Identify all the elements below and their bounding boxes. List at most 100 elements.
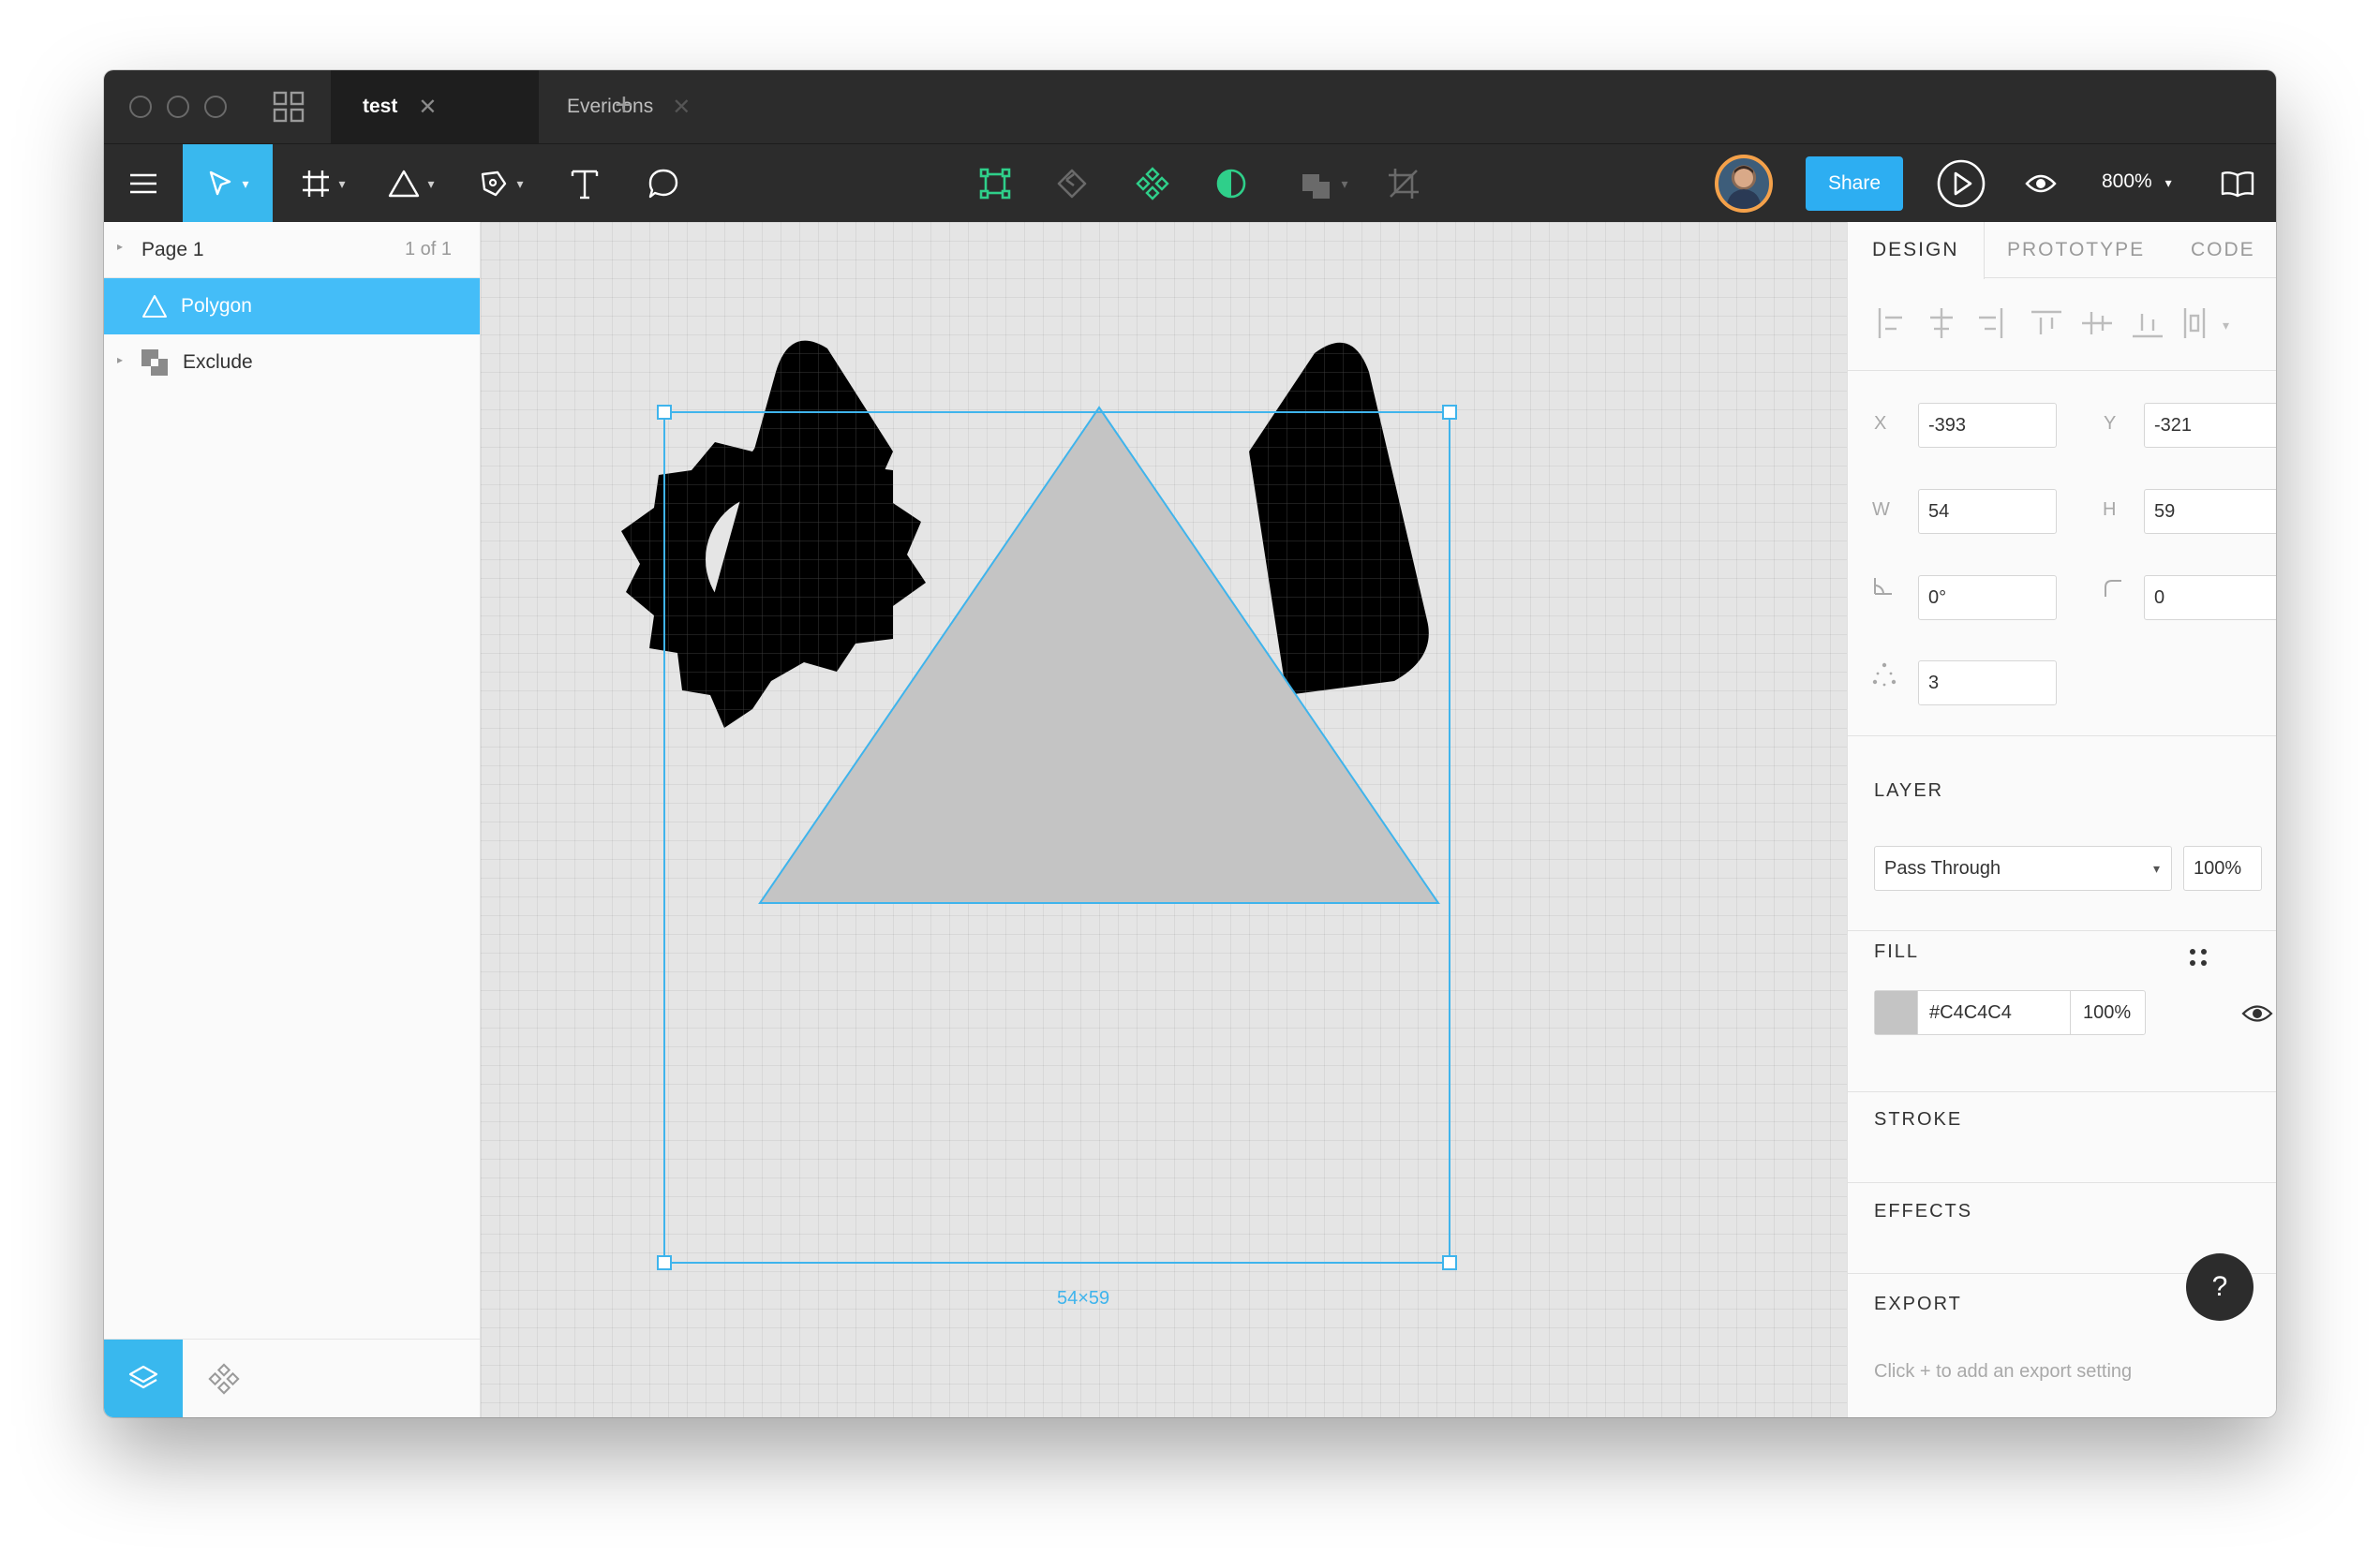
maximize-window-button[interactable] (204, 96, 227, 118)
fill-visibility-eye-icon[interactable] (2241, 1003, 2273, 1024)
component-diamond-icon (208, 1363, 240, 1395)
alignment-toolbar: ▾ (1878, 308, 2229, 338)
expand-triangle-icon[interactable]: ▸ (117, 240, 123, 253)
component-frame-icon (979, 168, 1011, 200)
minimize-window-button[interactable] (167, 96, 189, 118)
expand-triangle-icon[interactable]: ▸ (117, 353, 123, 366)
text-tool-button[interactable] (559, 144, 610, 223)
canvas-artwork: 54×59 (621, 340, 1457, 1309)
effects-section-title: EFFECTS (1874, 1201, 1973, 1222)
play-circle-icon (1937, 159, 1986, 208)
boolean-exclude-icon (141, 349, 168, 376)
preview-button[interactable] (2016, 144, 2066, 223)
chevron-down-icon: ▾ (427, 175, 435, 191)
file-browser-grid-icon[interactable] (273, 91, 305, 123)
main-menu-button[interactable] (104, 144, 183, 223)
toolbar: ▾ ▾ ▾ ▾ ▾ Share 800% ▾ (104, 143, 2276, 223)
tab-design[interactable]: DESIGN (1848, 222, 1985, 279)
tab-close-icon[interactable]: ✕ (418, 94, 437, 121)
tab-code[interactable]: CODE (2191, 222, 2255, 278)
title-bar: test ✕ Evericons ✕ + (104, 70, 2276, 143)
comment-tool-button[interactable] (638, 144, 689, 223)
component-diamond-icon (1136, 167, 1169, 200)
align-bottom-icon[interactable] (2133, 314, 2163, 338)
layer-row-exclude[interactable]: ▸ Exclude (104, 334, 480, 391)
layer-name: Exclude (183, 351, 253, 373)
shape-tool-button[interactable]: ▾ (374, 144, 449, 223)
properties-tabs: DESIGN PROTOTYPE CODE (1848, 222, 2276, 279)
divider (1848, 1091, 2276, 1092)
x-label: X (1874, 413, 1887, 434)
reset-instance-button[interactable] (1049, 144, 1099, 223)
fill-styles-dots-icon[interactable] (2187, 946, 2209, 969)
text-t-icon (571, 170, 599, 200)
chevron-down-icon: ▾ (2164, 175, 2172, 190)
h-label: H (2103, 499, 2117, 520)
fill-hex-value[interactable]: #C4C4C4 (1929, 1002, 2012, 1024)
tab-close-icon[interactable]: ✕ (672, 94, 691, 121)
resize-handle-top-left[interactable] (657, 405, 672, 420)
resize-handle-top-right[interactable] (1442, 405, 1457, 420)
share-button[interactable]: Share (1806, 156, 1903, 211)
align-horizontal-center-icon[interactable] (1930, 308, 1953, 338)
y-label: Y (2104, 413, 2117, 434)
hamburger-menu-icon (130, 173, 156, 194)
present-button[interactable] (1933, 144, 1989, 223)
align-top-icon[interactable] (2031, 310, 2061, 334)
components-tab-button[interactable] (196, 1340, 252, 1417)
divider (1848, 930, 2276, 931)
mask-button[interactable] (1206, 144, 1257, 223)
tab-label: test (363, 96, 398, 117)
frame-tool-button[interactable]: ▾ (286, 144, 361, 223)
corner-radius-input[interactable]: 0 (2144, 575, 2276, 620)
zoom-dropdown[interactable]: 800% ▾ (2102, 170, 2172, 193)
zoom-level: 800% (2102, 170, 2152, 192)
align-right-icon[interactable] (1979, 308, 2003, 338)
blend-mode-select[interactable]: Pass Through ▾ (1874, 846, 2172, 891)
resize-handle-bottom-left[interactable] (657, 1255, 672, 1270)
fill-opacity-value[interactable]: 100% (2083, 1002, 2131, 1024)
crop-button[interactable] (1378, 144, 1429, 223)
new-tab-plus-icon[interactable]: + (615, 87, 633, 124)
component-diamond-button[interactable] (1127, 144, 1178, 223)
rotation-input[interactable]: 0° (1918, 575, 2057, 620)
tab-prototype[interactable]: PROTOTYPE (2007, 222, 2145, 278)
fill-color-swatch[interactable] (1875, 991, 1918, 1034)
y-input[interactable]: -321 (2144, 403, 2276, 448)
layer-section-title: LAYER (1874, 780, 1944, 801)
align-vertical-center-icon[interactable] (2082, 312, 2112, 334)
tab-label: Evericons (567, 96, 654, 117)
pen-tool-button[interactable]: ▾ (464, 144, 539, 223)
speech-bubble-icon (648, 169, 678, 199)
tab-test[interactable]: test ✕ (331, 70, 539, 143)
resize-handle-bottom-right[interactable] (1442, 1255, 1457, 1270)
divider (1848, 735, 2276, 736)
layers-panel: ▸ Page 1 1 of 1 Polygon ▸ Exclude (104, 222, 481, 1417)
layers-stack-icon (128, 1365, 158, 1389)
help-button[interactable]: ? (2186, 1253, 2254, 1321)
move-tool-button[interactable]: ▾ (183, 144, 273, 223)
library-button[interactable] (2212, 144, 2263, 223)
user-avatar[interactable] (1715, 155, 1773, 213)
create-component-button[interactable] (970, 144, 1020, 223)
layer-row-polygon[interactable]: Polygon (104, 278, 480, 334)
chevron-down-icon[interactable]: ▾ (2223, 318, 2229, 333)
boolean-ops-button[interactable]: ▾ (1287, 144, 1361, 223)
cursor-arrow-icon (210, 170, 231, 196)
distribute-icon[interactable] (2183, 308, 2206, 338)
align-left-icon[interactable] (1878, 308, 1902, 338)
avatar-portrait-icon (1726, 166, 1762, 209)
stroke-section-title: STROKE (1874, 1109, 1963, 1130)
page-selector[interactable]: ▸ Page 1 1 of 1 (104, 222, 480, 278)
left-panel-footer (104, 1339, 480, 1417)
height-input[interactable]: 59 (2144, 489, 2276, 534)
layer-opacity-input[interactable]: 100% (2183, 846, 2262, 891)
width-input[interactable]: 54 (1918, 489, 2057, 534)
close-window-button[interactable] (129, 96, 152, 118)
page-name: Page 1 (141, 239, 204, 260)
point-count-input[interactable]: 3 (1918, 660, 2057, 705)
design-canvas[interactable]: 54×59 (481, 222, 1847, 1417)
layers-tab-button[interactable] (104, 1340, 183, 1417)
polygon-count-icon (1872, 662, 1897, 687)
x-input[interactable]: -393 (1918, 403, 2057, 448)
